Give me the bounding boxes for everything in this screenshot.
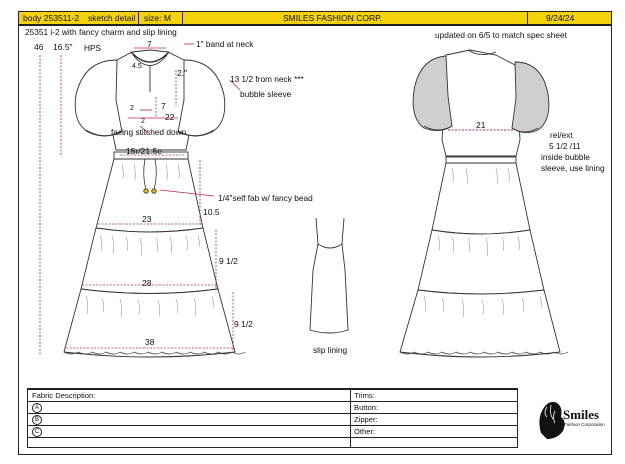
facing-note: facing stitched down [111,127,187,137]
tier-3-length-measure: 9 1/2 [234,319,253,329]
other-label: Other: [354,427,376,436]
smiles-logo: Smiles Fashion Corporation [533,389,607,447]
fabric-b-marker: B [32,415,42,425]
zipper-label: Zipper: [354,415,378,424]
rel-ext-label: rel/ext [550,130,573,140]
tier-2-length-measure: 9 1/2 [219,256,238,266]
armhole-measure: 7 [161,101,166,111]
logo-subtitle: Fashion Corporation [564,422,605,427]
slip-lining-sketch [309,217,349,334]
table-row: A Button: [28,401,517,413]
fancy-bead [151,188,157,194]
tier-2-width-measure: 28 [142,278,152,288]
back-chest-measure: 21 [476,120,486,130]
from-neck-note: 13 1/2 from neck *** [230,74,304,84]
back-right-sleeve [511,61,550,133]
fabric-c-marker: C [32,427,42,437]
update-note: updated on 6/5 to match spec sheet [435,30,567,40]
bodice-length-measure: 16.5" [53,42,73,52]
back-left-sleeve [412,55,453,131]
self-fab-note: 1/4"self fab w/ fancy bead [218,193,313,203]
fabric-description-label: Fabric Description: [32,391,96,400]
slit-measure: 2." [177,68,188,78]
tier-1-width-measure: 23 [142,214,152,224]
table-row [28,437,517,449]
fabric-a-marker: A [32,403,42,413]
hem-width-measure: 38 [145,337,155,347]
trims-label: Trims: [354,391,375,400]
button-label: Button: [354,403,379,412]
table-row: B Zipper: [28,413,517,425]
fabric-trim-table: Fabric Description: Trims: A Button: B Z… [27,388,518,448]
facing-measure: 2 [130,105,134,112]
bubble-sleeve-note: bubble sleeve [240,89,292,99]
fancy-bead [143,188,149,194]
inside-sleeve-note: inside bubble [541,152,590,162]
logo-name: Smiles [563,407,600,422]
slip-lining-label: slip lining [313,345,348,355]
length-measure: 46 [34,42,44,52]
table-row: Fabric Description: Trims: [28,389,517,401]
back-skirt-tier-1 [431,162,531,235]
back-skirt-tier-2 [417,229,545,295]
rel-ext-value: 5 1/2 /11 [549,141,581,151]
back-bodice [441,49,521,157]
tech-sheet: body 253511-2 sketch detail size: M SMIL… [0,0,625,464]
tier-1-length-measure: 10.5 [203,207,220,217]
hps-label: HPS [84,43,102,53]
inside-sleeve-note: sleeve, use lining [541,163,605,173]
back-waist-band [445,156,517,164]
band-note: 1" band at neck [196,39,254,49]
back-dress-sketch [399,49,569,358]
waist-measure: 15r/21.5e [126,146,162,156]
left-bubble-sleeve [74,59,123,137]
back-skirt-tier-3 [399,289,561,358]
chest-measure: 22 [165,112,175,122]
table-row: C Other: [28,425,517,437]
neck-depth-measure: 4.5 [132,63,142,70]
neck-width-measure: 7 [147,39,152,49]
front-dress-sketch [63,49,246,358]
facing-measure: 2 [141,118,145,125]
style-description: 25351 i-2 with fancy charm and slip lini… [25,27,177,37]
